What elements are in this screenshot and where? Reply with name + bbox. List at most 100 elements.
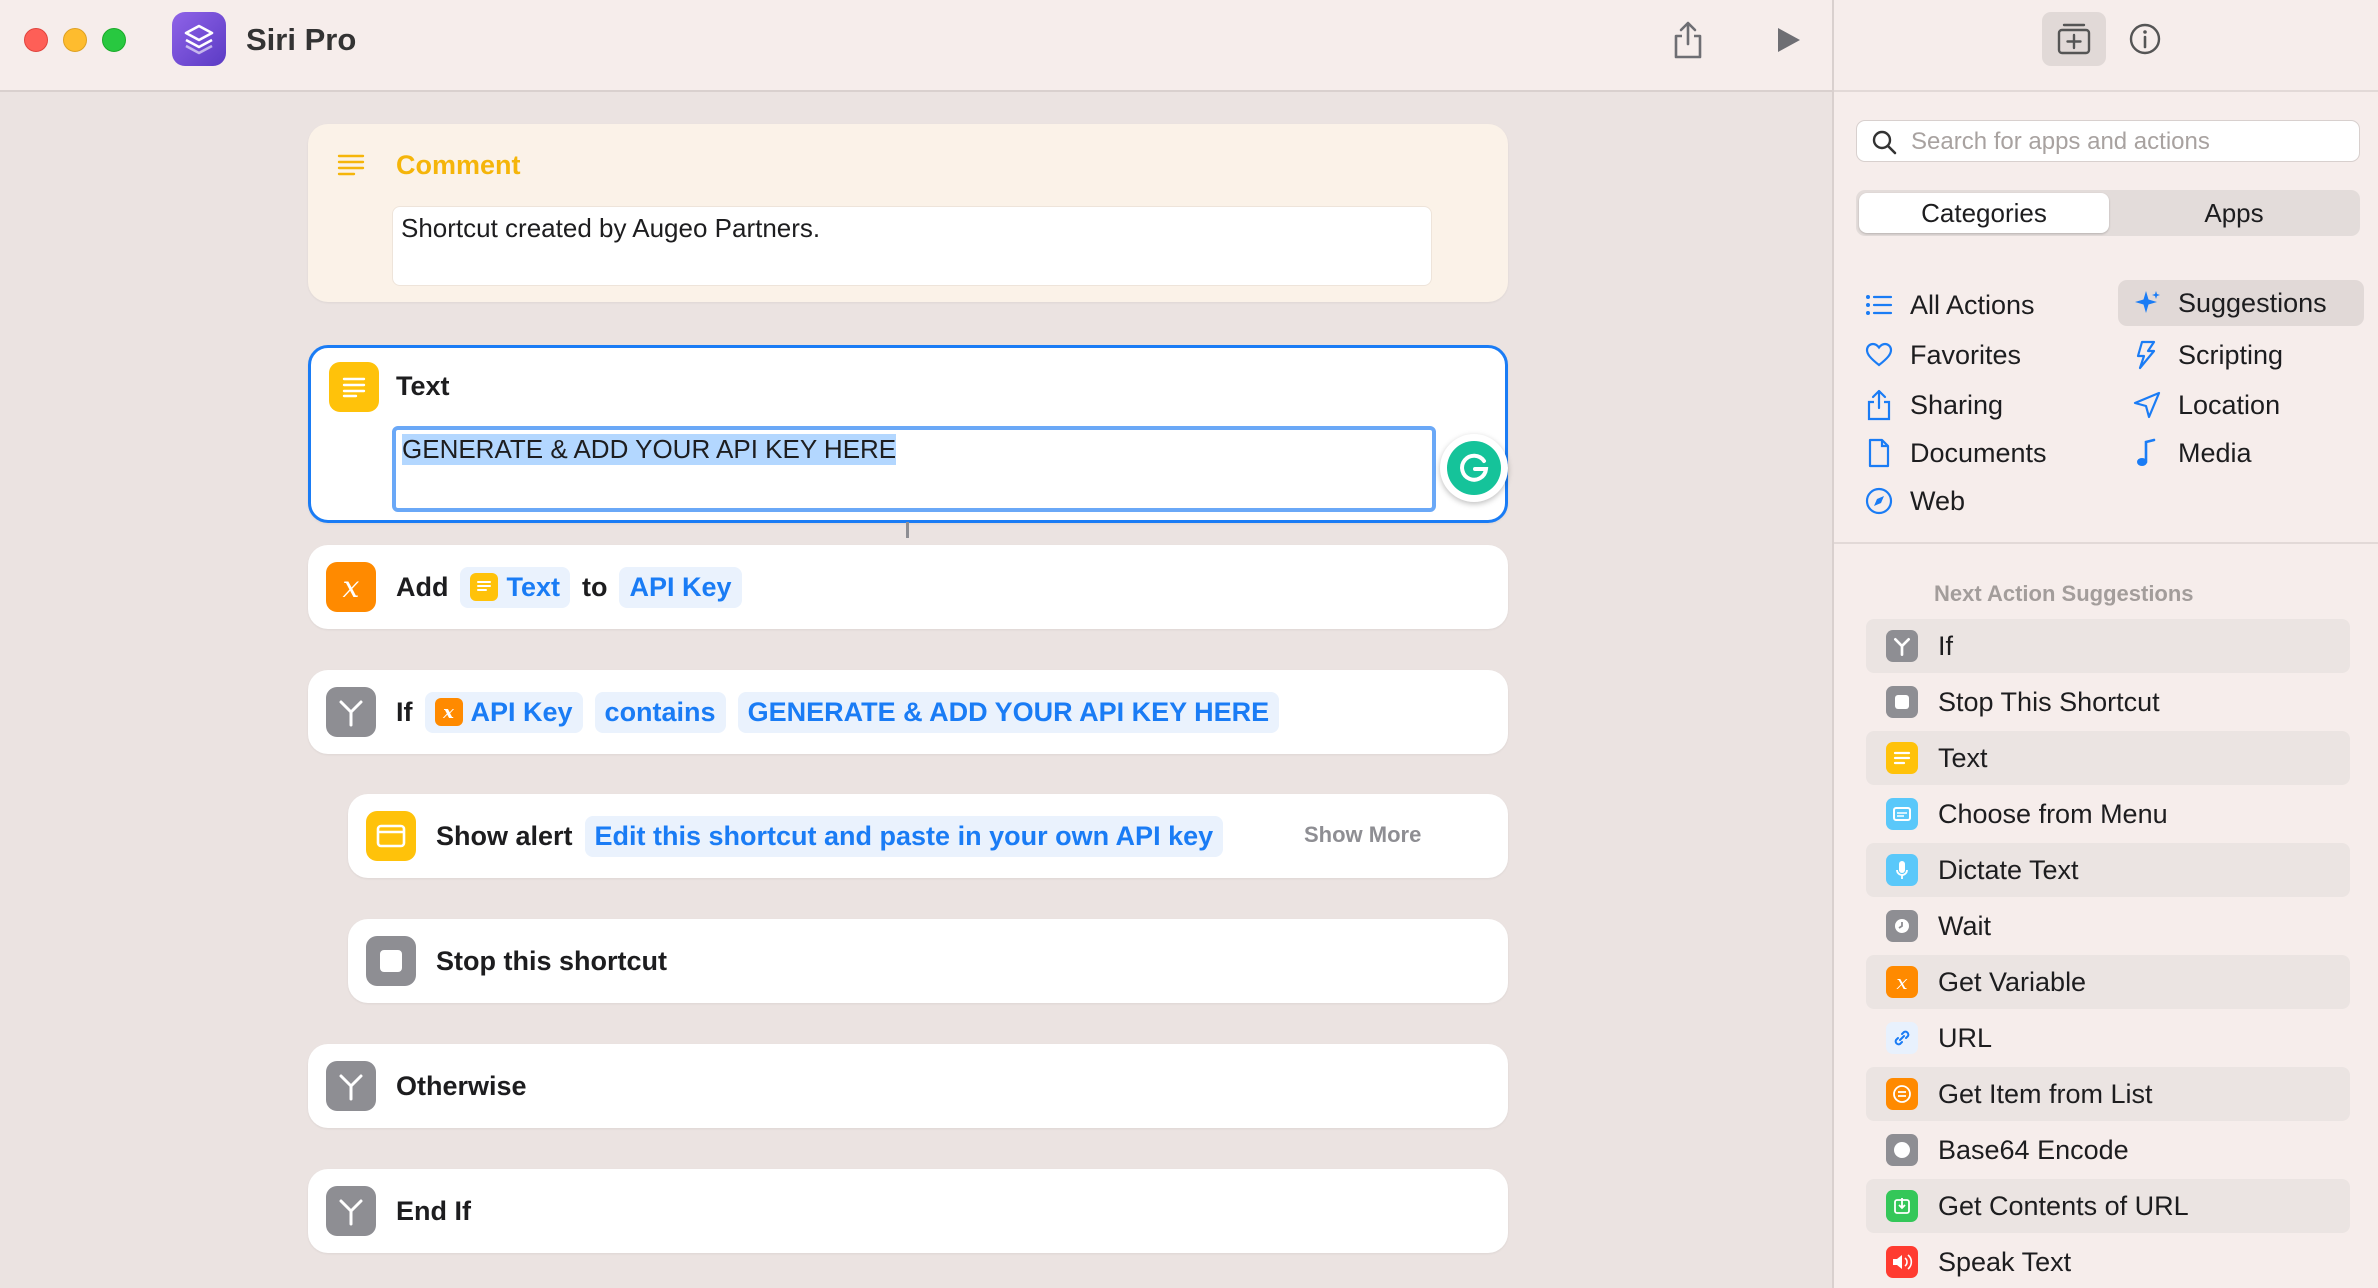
suggestion-label: URL — [1938, 1022, 1993, 1053]
text-input-token[interactable]: Text — [460, 566, 570, 608]
suggestion-text[interactable]: Text — [1866, 731, 2350, 785]
suggestion-base64-encode[interactable]: Base64 Encode — [1866, 1123, 2350, 1177]
variable-token-icon: x — [434, 698, 463, 726]
sparkle-icon — [2130, 286, 2164, 320]
search-field[interactable]: Search for apps and actions — [1856, 120, 2360, 162]
close-window-button[interactable] — [24, 28, 48, 52]
menu-icon — [1886, 798, 1918, 830]
category-favorites[interactable]: Favorites — [1850, 332, 2100, 378]
suggestion-label: Text — [1938, 742, 1988, 773]
suggestion-label: Get Item from List — [1938, 1078, 2153, 1109]
end-if-label: End If — [396, 1195, 471, 1226]
otherwise-action[interactable]: Otherwise — [308, 1044, 1508, 1128]
shortcut-title[interactable]: Siri Pro — [246, 22, 356, 58]
end-if-action[interactable]: End If — [308, 1169, 1508, 1253]
category-label: Favorites — [1910, 339, 2022, 370]
encode-icon — [1886, 1134, 1918, 1166]
suggestion-dictate-text[interactable]: Dictate Text — [1866, 843, 2350, 897]
alert-message-token[interactable]: Edit this shortcut and paste in your own… — [584, 815, 1224, 857]
suggestion-label: Dictate Text — [1938, 854, 2079, 885]
comment-text: Shortcut created by Augeo Partners. — [401, 213, 821, 243]
api-key-variable-token[interactable]: API Key — [619, 566, 742, 608]
category-all-actions[interactable]: All Actions — [1850, 282, 2100, 328]
text-lines-icon — [1886, 742, 1918, 774]
suggestion-label: Wait — [1938, 910, 1991, 941]
next-action-suggestions-title: Next Action Suggestions — [1934, 581, 2194, 606]
run-button[interactable] — [1762, 14, 1814, 66]
zoom-window-button[interactable] — [102, 28, 126, 52]
suggestion-stop-this-shortcut[interactable]: Stop This Shortcut — [1866, 675, 2350, 729]
condition-operator[interactable]: contains — [594, 691, 726, 733]
category-label: Web — [1910, 485, 1966, 516]
info-icon — [2129, 23, 2161, 55]
suggestion-wait[interactable]: Wait — [1866, 899, 2350, 953]
tab-categories[interactable]: Categories — [1859, 193, 2109, 233]
add-label: Add — [396, 571, 449, 602]
category-documents[interactable]: Documents — [1850, 430, 2100, 476]
list-item-icon — [1886, 1078, 1918, 1110]
category-web[interactable]: Web — [1850, 478, 2100, 524]
text-token-label: Text — [506, 571, 560, 602]
suggestion-label: If — [1938, 630, 1954, 661]
suggestion-get-contents-of-url[interactable]: Get Contents of URL — [1866, 1179, 2350, 1233]
link-icon — [1886, 1022, 1918, 1054]
show-more-button[interactable]: Show More — [1304, 822, 1421, 848]
comment-text-field[interactable]: Shortcut created by Augeo Partners. — [392, 206, 1432, 286]
grammarly-button[interactable] — [1440, 434, 1508, 502]
category-location[interactable]: Location — [2118, 382, 2364, 428]
category-sharing[interactable]: Sharing — [1850, 382, 2100, 428]
suggestion-url[interactable]: URL — [1866, 1011, 2350, 1065]
variable-icon: x — [1886, 966, 1918, 998]
category-label: Suggestions — [2178, 287, 2327, 318]
show-alert-label: Show alert — [436, 820, 573, 851]
category-scripting[interactable]: Scripting — [2118, 332, 2364, 378]
add-to-variable-action[interactable]: x Add Text to API Key — [308, 545, 1508, 629]
list-icon — [1862, 288, 1896, 322]
category-suggestions[interactable]: Suggestions — [2118, 280, 2364, 326]
category-label: Documents — [1910, 437, 2047, 468]
document-icon — [1862, 436, 1896, 470]
suggestion-choose-from-menu[interactable]: Choose from Menu — [1866, 787, 2350, 841]
suggestion-label: Choose from Menu — [1938, 798, 2168, 829]
text-action[interactable]: Text GENERATE & ADD YOUR API KEY HERE — [308, 345, 1508, 523]
tab-apps[interactable]: Apps — [2110, 193, 2358, 233]
speaker-icon — [1886, 1246, 1918, 1278]
action-library-icon — [2057, 23, 2091, 55]
suggestion-speak-text[interactable]: Speak Text — [1866, 1235, 2350, 1288]
comment-label: Comment — [396, 150, 521, 180]
download-icon — [1886, 1190, 1918, 1222]
suggestion-get-item-from-list[interactable]: Get Item from List — [1866, 1067, 2350, 1121]
show-alert-action[interactable]: Show alert Edit this shortcut and paste … — [348, 794, 1508, 878]
suggestion-label: Get Variable — [1938, 966, 2087, 997]
action-library-button[interactable] — [2042, 12, 2106, 66]
if-label: If — [396, 696, 413, 727]
suggestion-get-variable[interactable]: x Get Variable — [1866, 955, 2350, 1009]
if-variable-token[interactable]: x API Key — [424, 691, 583, 733]
suggestion-if[interactable]: If — [1866, 619, 2350, 673]
category-label: Location — [2178, 389, 2281, 420]
action-sidebar: Search for apps and actions Categories A… — [1832, 0, 2378, 1288]
comment-action[interactable]: Comment Shortcut created by Augeo Partne… — [308, 124, 1508, 302]
location-arrow-icon — [2130, 388, 2164, 422]
share-icon — [1674, 21, 1702, 59]
condition-value[interactable]: GENERATE & ADD YOUR API KEY HERE — [737, 691, 1280, 733]
stop-icon — [366, 936, 416, 986]
stop-label: Stop this shortcut — [436, 945, 667, 976]
clock-icon — [1886, 910, 1918, 942]
stop-shortcut-action[interactable]: Stop this shortcut — [348, 919, 1508, 1003]
info-button[interactable] — [2120, 14, 2170, 64]
if-action[interactable]: If x API Key contains GENERATE & ADD YOU… — [308, 670, 1508, 754]
alert-window-icon — [366, 811, 416, 861]
suggestion-label: Speak Text — [1938, 1246, 2072, 1277]
share-button[interactable] — [1662, 14, 1714, 66]
shortcut-editor: Comment Shortcut created by Augeo Partne… — [0, 94, 1832, 1288]
text-value: GENERATE & ADD YOUR API KEY HERE — [402, 434, 897, 465]
title-bar: Siri Pro — [0, 0, 1832, 92]
comment-lines-icon — [336, 152, 366, 183]
category-label: All Actions — [1910, 289, 2035, 320]
text-value-field[interactable]: GENERATE & ADD YOUR API KEY HERE — [392, 426, 1436, 512]
search-icon — [1872, 130, 1897, 155]
otherwise-label: Otherwise — [396, 1070, 527, 1101]
minimize-window-button[interactable] — [63, 28, 87, 52]
category-media[interactable]: Media — [2118, 430, 2364, 476]
